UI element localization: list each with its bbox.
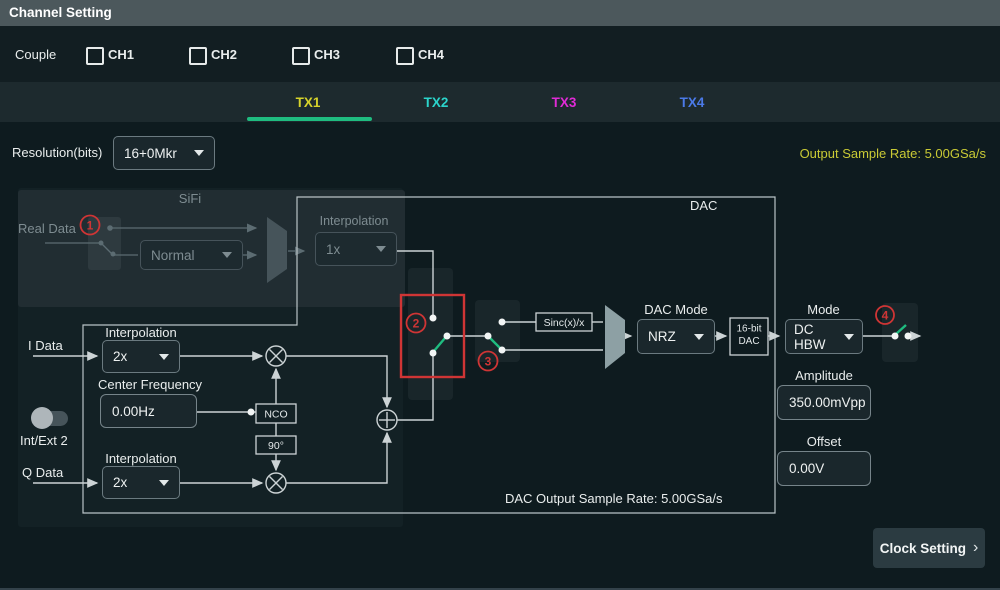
amplitude-field[interactable]: 350.00mVpp (777, 385, 871, 420)
center-frequency-field[interactable]: 0.00Hz (100, 394, 197, 428)
dac-mode-label: DAC Mode (637, 303, 715, 317)
q-interpolation-label: Interpolation (102, 452, 180, 466)
output-sample-rate: Output Sample Rate: 5.00GSa/s (800, 147, 986, 161)
i-interpolation-dropdown[interactable]: 2x (102, 340, 180, 373)
toggle-knob (31, 407, 53, 429)
chevron-down-icon (376, 246, 386, 252)
center-frequency-label: Center Frequency (98, 378, 202, 392)
resolution-label: Resolution(bits) (12, 146, 102, 160)
q-interpolation-dropdown[interactable]: 2x (102, 466, 180, 499)
i-data-label: I Data (28, 339, 63, 353)
chevron-down-icon (844, 334, 854, 340)
int-ext-toggle[interactable] (33, 411, 68, 426)
controls: Resolution(bits) 16+0Mkr Output Sample R… (0, 0, 1000, 590)
amplitude-label: Amplitude (777, 369, 871, 383)
mode-dropdown[interactable]: DC HBW (785, 319, 863, 354)
dac-mode-dropdown[interactable]: NRZ (637, 319, 715, 354)
chevron-down-icon (194, 150, 204, 156)
q-data-label: Q Data (22, 466, 63, 480)
offset-field[interactable]: 0.00V (777, 451, 871, 486)
dac-output-sample-rate: DAC Output Sample Rate: 5.00GSa/s (505, 492, 723, 506)
clock-setting-button[interactable]: Clock Setting › (873, 528, 985, 568)
chevron-down-icon (159, 354, 169, 360)
chevron-down-icon (222, 252, 232, 258)
i-interpolation-label: Interpolation (102, 326, 180, 340)
chevron-right-icon: › (973, 541, 978, 555)
dac-title: DAC (690, 199, 717, 213)
sifi-mode-dropdown[interactable]: Normal (140, 240, 243, 270)
sifi-title: SiFi (60, 192, 320, 206)
sifi-interpolation-label: Interpolation (311, 214, 397, 228)
chevron-down-icon (159, 480, 169, 486)
resolution-dropdown[interactable]: 16+0Mkr (113, 136, 215, 170)
sifi-interpolation-dropdown[interactable]: 1x (315, 232, 397, 266)
real-data-label: Real Data (18, 222, 76, 236)
channel-setting-window: Channel Setting Couple CH1 CH2 CH3 CH4 T… (0, 0, 1000, 590)
offset-label: Offset (777, 435, 871, 449)
mode-label: Mode (785, 303, 862, 317)
chevron-down-icon (694, 334, 704, 340)
int-ext-label: Int/Ext 2 (20, 434, 68, 448)
